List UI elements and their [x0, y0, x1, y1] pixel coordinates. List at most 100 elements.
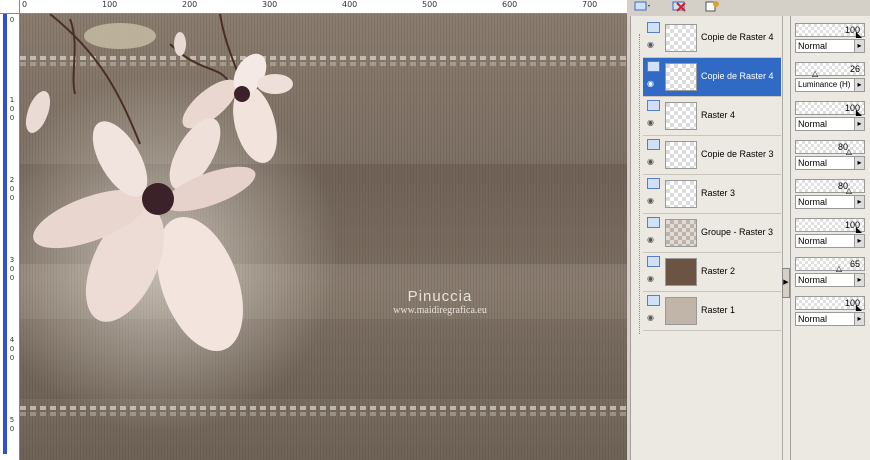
layer-row[interactable]: ◉ Raster 1 [643, 292, 781, 331]
eye-icon[interactable]: ◉ [647, 314, 660, 322]
slider-thumb-icon[interactable]: △ [812, 70, 818, 78]
slider-thumb-icon[interactable]: △ [846, 148, 852, 156]
slider-thumb-icon[interactable]: ◣ [856, 109, 862, 117]
dropdown-arrow-icon[interactable]: ▸ [854, 196, 864, 208]
blend-mode-value: Normal [798, 197, 828, 207]
layer-prop-row: 80 △ Normal ▸ [795, 177, 867, 209]
layer-properties-button[interactable] [701, 0, 723, 14]
expand-arrow-button[interactable]: ▶ [782, 268, 790, 298]
layer-name: Raster 2 [701, 266, 736, 276]
layers-toolbar [627, 0, 870, 16]
layer-prop-row: 100 ◣ Normal ▸ [795, 21, 867, 53]
layer-type-icon [647, 22, 660, 33]
eye-icon[interactable]: ◉ [647, 80, 660, 88]
ruler-label: 300 [262, 0, 278, 9]
layer-type-icon [647, 100, 660, 111]
blend-mode-value: Normal [798, 275, 828, 285]
layer-thumbnail [665, 180, 697, 208]
opacity-value: 65 [849, 259, 860, 269]
layer-prop-row: 26 △ Luminance (H) ▸ [795, 60, 867, 92]
blend-mode-value: Normal [798, 236, 828, 246]
image-canvas[interactable]: Pinuccia www.maidiregrafica.eu [20, 14, 627, 460]
eye-icon[interactable]: ◉ [647, 119, 660, 127]
dropdown-arrow-icon[interactable]: ▸ [854, 157, 864, 169]
blend-mode-value: Normal [798, 41, 828, 51]
layer-thumbnail [665, 102, 697, 130]
blend-mode-select[interactable]: Normal ▸ [795, 273, 865, 287]
leaf-shape [84, 23, 156, 49]
ruler-label: 1 0 0 [9, 96, 15, 122]
dropdown-arrow-icon[interactable]: ▸ [854, 118, 864, 130]
blend-mode-select[interactable]: Normal ▸ [795, 195, 865, 209]
layer-row[interactable]: ◉ Copie de Raster 3 [643, 136, 781, 175]
layer-row[interactable]: ◉ Raster 3 [643, 175, 781, 214]
blend-mode-value: Normal [798, 158, 828, 168]
layer-type-icon [647, 139, 660, 150]
slider-thumb-icon[interactable]: △ [836, 265, 842, 273]
eye-icon[interactable]: ◉ [647, 236, 660, 244]
layer-properties-panel: 100 ◣ Normal ▸ 26 △ Luminance (H) ▸ 100 … [790, 16, 870, 460]
slider-thumb-icon[interactable]: ◣ [856, 31, 862, 39]
blend-mode-select[interactable]: Normal ▸ [795, 234, 865, 248]
ruler-highlight [3, 14, 7, 454]
new-layer-icon [634, 1, 650, 11]
dropdown-arrow-icon[interactable]: ▸ [854, 235, 864, 247]
panel-divider [782, 16, 790, 460]
dropdown-arrow-icon[interactable]: ▸ [854, 40, 864, 52]
layer-type-icon [647, 256, 660, 267]
opacity-slider[interactable]: 80 △ [795, 140, 865, 156]
opacity-slider[interactable]: 100 ◣ [795, 218, 865, 234]
eye-icon[interactable]: ◉ [647, 158, 660, 166]
blend-mode-select[interactable]: Normal ▸ [795, 156, 865, 170]
ruler-label: 4 0 0 [9, 336, 15, 362]
bud-shape [25, 91, 51, 133]
eye-icon[interactable]: ◉ [647, 197, 660, 205]
dropdown-arrow-icon[interactable]: ▸ [854, 313, 864, 325]
slider-thumb-icon[interactable]: △ [846, 187, 852, 195]
layer-type-icon [647, 295, 660, 306]
tree-connector [639, 34, 640, 334]
large-flower [33, 118, 256, 352]
dropdown-arrow-icon[interactable]: ▸ [854, 79, 864, 91]
delete-layer-button[interactable] [669, 0, 691, 14]
slider-thumb-icon[interactable]: ◣ [856, 304, 862, 312]
opacity-slider[interactable]: 100 ◣ [795, 23, 865, 39]
blend-mode-select[interactable]: Normal ▸ [795, 39, 865, 53]
layer-type-icon [647, 178, 660, 189]
delete-layer-icon [672, 1, 686, 12]
layer-name: Copie de Raster 4 [701, 71, 774, 81]
layer-name: Copie de Raster 4 [701, 32, 774, 42]
new-layer-button[interactable] [631, 0, 653, 14]
layer-row[interactable]: ◉ Raster 2 [643, 253, 781, 292]
layer-row[interactable]: ◉ Copie de Raster 4 [643, 19, 781, 58]
layer-row[interactable]: ◉ Copie de Raster 4 [643, 58, 781, 97]
opacity-slider[interactable]: 65 △ [795, 257, 865, 273]
opacity-slider[interactable]: 80 △ [795, 179, 865, 195]
blend-mode-select[interactable]: Luminance (H) ▸ [795, 78, 865, 92]
blend-mode-select[interactable]: Normal ▸ [795, 312, 865, 326]
opacity-slider[interactable]: 100 ◣ [795, 296, 865, 312]
dropdown-arrow-icon[interactable]: ▸ [854, 274, 864, 286]
opacity-slider[interactable]: 100 ◣ [795, 101, 865, 117]
blend-mode-value: Normal [798, 314, 828, 324]
layer-type-icon [647, 217, 660, 228]
layer-type-icon [647, 61, 660, 72]
eye-icon[interactable]: ◉ [647, 275, 660, 283]
layer-row[interactable]: ◉ Groupe - Raster 3 [643, 214, 781, 253]
ruler-label: 2 0 0 [9, 176, 15, 202]
eye-icon[interactable]: ◉ [647, 41, 660, 49]
opacity-slider[interactable]: 26 △ [795, 62, 865, 78]
layer-prop-row: 100 ◣ Normal ▸ [795, 216, 867, 248]
horizontal-ruler: 0 100 200 300 400 500 600 700 [20, 0, 627, 14]
ruler-label: 400 [342, 0, 358, 9]
ruler-label: 700 [582, 0, 598, 9]
slider-thumb-icon[interactable]: ◣ [856, 226, 862, 234]
ruler-label: 100 [102, 0, 118, 9]
vertical-ruler: 0 1 0 0 2 0 0 3 0 0 4 0 0 5 0 [0, 0, 20, 460]
layer-prop-row: 65 △ Normal ▸ [795, 255, 867, 287]
layer-thumbnail [665, 141, 697, 169]
layer-name: Raster 3 [701, 188, 736, 198]
layer-row[interactable]: ◉ Raster 4 [643, 97, 781, 136]
layer-name: Raster 1 [701, 305, 736, 315]
blend-mode-select[interactable]: Normal ▸ [795, 117, 865, 131]
